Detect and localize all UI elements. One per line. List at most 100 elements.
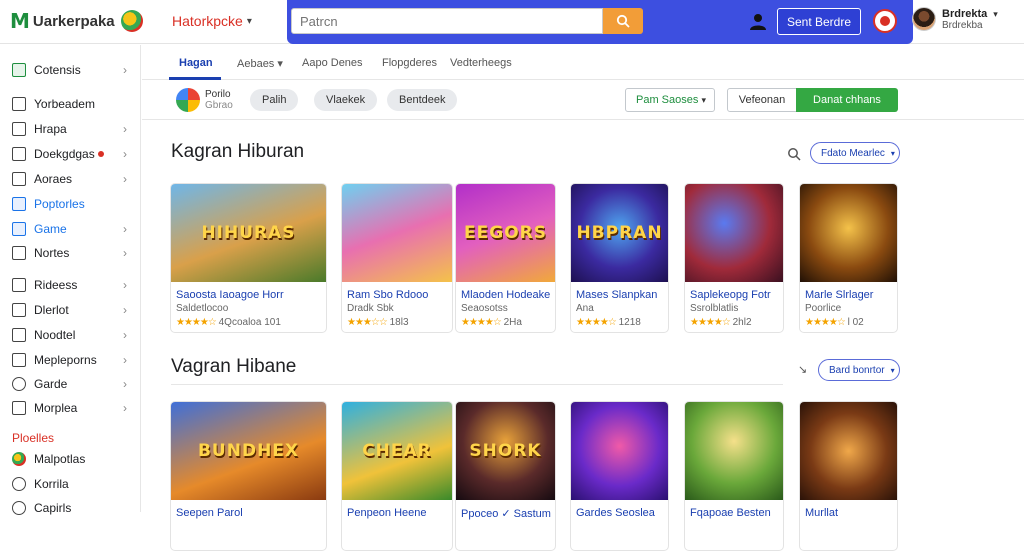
sidebar-item-noodtel[interactable]: Noodtel › xyxy=(0,324,141,346)
sidebar-item-poptorles[interactable]: Poptorles xyxy=(0,193,141,215)
avatar xyxy=(912,7,936,31)
app-artwork: HIHURAS xyxy=(171,184,326,282)
section-title: Kagran Hiburan xyxy=(171,141,305,162)
filter-chip[interactable]: Palih xyxy=(250,89,299,111)
app-card[interactable]: Saplekeopg Fotr Ssrolblatlis ★★★★☆ 2hl2 xyxy=(684,183,784,333)
app-card[interactable]: CHEAR Penpeon Heene xyxy=(341,401,453,551)
chevron-down-icon: ▾ xyxy=(993,8,998,19)
chevron-right-icon: › xyxy=(123,303,127,317)
pencil-icon xyxy=(12,377,26,391)
chevron-right-icon: › xyxy=(123,122,127,136)
image-icon xyxy=(12,122,26,136)
app-developer: Ssrolblatlis xyxy=(690,303,739,314)
app-developer: Ana xyxy=(576,303,594,314)
app-title: Penpeon Heene xyxy=(347,507,427,519)
popular-icon xyxy=(12,197,26,211)
sidebar-item-nortes[interactable]: Nortes › xyxy=(0,242,141,264)
sidebar-item-rideess[interactable]: Rideess › xyxy=(0,274,141,296)
store-selector-label: Hatorkpcke xyxy=(172,13,243,29)
chevron-right-icon: › xyxy=(123,246,127,260)
calendar-icon xyxy=(12,172,26,186)
sidebar-item-aoraes[interactable]: Aoraes › xyxy=(0,168,141,190)
store-selector[interactable]: Hatorkpcke ▾ xyxy=(172,13,252,29)
chevron-down-icon: ▾ xyxy=(701,94,706,105)
tab-flopgderes[interactable]: Flopgderes xyxy=(382,57,437,69)
app-title: Fqapoae Besten xyxy=(690,507,771,519)
section-filter-dropdown[interactable]: Bard bonrtor ▾ xyxy=(818,359,900,381)
top-bar: M Uarkerpaka Hatorkpcke ▾ Sent Berdre Br… xyxy=(0,0,1024,44)
chevron-right-icon: › xyxy=(123,278,127,292)
app-rating: ★★★★☆ l 02 xyxy=(805,317,864,328)
app-card[interactable]: HBPRAN Mases Slanpkan Ana ★★★★☆ 1218 xyxy=(570,183,669,333)
chevron-right-icon: › xyxy=(123,353,127,367)
sort-dropdown[interactable]: Pam Saoses ▾ xyxy=(625,88,715,112)
sidebar-item-doekgdgas[interactable]: Doekgdgas › xyxy=(0,143,141,165)
search-icon[interactable] xyxy=(787,147,801,161)
sidebar-item-garde[interactable]: Garde › xyxy=(0,373,141,395)
app-card[interactable]: Murllat xyxy=(799,401,898,551)
logo-badge-icon xyxy=(120,10,143,32)
account-subtitle: Brdrekba xyxy=(942,19,983,31)
app-artwork: BUNDHEX xyxy=(171,402,326,500)
section-divider xyxy=(171,384,783,385)
tab-aapo-denes[interactable]: Aapo Denes xyxy=(302,57,363,69)
grid-icon xyxy=(12,278,26,292)
sidebar-item-malpotlas[interactable]: Malpotlas xyxy=(0,448,141,470)
app-title: Marle Slrlager xyxy=(805,289,874,301)
app-title: Mlaoden Hodeake xyxy=(461,289,551,301)
region-flag-icon[interactable] xyxy=(873,9,897,33)
sidebar-item-hrapa[interactable]: Hrapa › xyxy=(0,118,141,140)
sidebar-item-capirls[interactable]: Capirls xyxy=(0,497,141,519)
search-input[interactable] xyxy=(291,8,603,34)
app-card[interactable]: Fqapoae Besten xyxy=(684,401,784,551)
site-logo[interactable]: M Uarkerpaka xyxy=(10,9,143,33)
app-title: Ram Sbo Rdooo xyxy=(347,289,429,301)
app-card[interactable]: EEGORS Mlaoden Hodeake Seaosotss ★★★★☆ 2… xyxy=(455,183,556,333)
app-developer: Seaosotss xyxy=(461,303,508,314)
account-menu[interactable]: Brdrekta Brdrekba ▾ xyxy=(912,7,998,31)
bookmark-icon xyxy=(12,328,26,342)
search-button[interactable] xyxy=(603,8,643,34)
category-tabs: Hagan Aebaes ▾ Aapo Denes Flopgderes Ved… xyxy=(142,45,1024,80)
app-card[interactable]: Ram Sbo Rdooo Dradk Sbk ★★★☆☆ 18l3 xyxy=(341,183,453,333)
app-card[interactable]: HIHURAS Saoosta Iaoagoe Horr Saldetlocoo… xyxy=(170,183,327,333)
app-card[interactable]: SHORK Ppoceo ✓ Sastum xyxy=(455,401,556,551)
sign-in-button[interactable]: Sent Berdre xyxy=(777,8,861,35)
tab-hagan[interactable]: Hagan xyxy=(179,57,213,69)
clock-icon xyxy=(12,501,26,515)
app-artwork xyxy=(342,184,452,282)
sidebar-item-dlerlot[interactable]: Dlerlot › xyxy=(0,299,141,321)
app-developer: Poorlice xyxy=(805,303,842,314)
notification-dot xyxy=(97,151,104,157)
tab-aebaes[interactable]: Aebaes ▾ xyxy=(237,57,283,70)
app-title: Murllat xyxy=(805,507,839,519)
filter-bar: Porilo Gbrao Palih Vlaekek Bentdeek Pam … xyxy=(142,80,1024,120)
tab-vedterheegs[interactable]: Vedterheegs xyxy=(450,57,512,69)
file-icon xyxy=(12,303,26,317)
map-icon xyxy=(12,353,26,367)
sidebar-item-korrila[interactable]: Korrila xyxy=(0,473,141,495)
app-artwork: SHORK xyxy=(456,402,555,500)
app-rating: ★★★★☆ 2hl2 xyxy=(690,317,752,328)
chevron-right-icon: › xyxy=(123,377,127,391)
sidebar-item-mepleporns[interactable]: Mepleporns › xyxy=(0,349,141,371)
primary-action-button[interactable]: Danat chhans xyxy=(796,88,898,112)
sidebar-item-cotensis[interactable]: Cotensis › xyxy=(0,59,141,81)
app-card[interactable]: Gardes Seoslea xyxy=(570,401,669,551)
notes-icon xyxy=(12,246,26,260)
collapse-icon[interactable]: ↘ xyxy=(798,363,807,376)
sidebar-item-game[interactable]: Game › xyxy=(0,218,141,240)
filter-chip[interactable]: Vlaekek xyxy=(314,89,378,111)
app-card[interactable]: Marle Slrlager Poorlice ★★★★☆ l 02 xyxy=(799,183,898,333)
sidebar-section-heading: Ploelles xyxy=(12,431,55,445)
sidebar-item-yorbeadem[interactable]: Yorbeadem xyxy=(0,93,141,115)
app-icon xyxy=(12,452,26,466)
sidebar-item-morplea[interactable]: Morplea › xyxy=(0,397,141,419)
app-artwork xyxy=(800,402,897,500)
section-filter-dropdown[interactable]: Fdato Mearlec ▾ xyxy=(810,142,900,164)
app-card[interactable]: BUNDHEX Seepen Parol xyxy=(170,401,327,551)
user-icon[interactable] xyxy=(748,11,768,31)
sidebar: Cotensis › Yorbeadem Hrapa › Doekgdgas › Ao… xyxy=(0,45,141,515)
filter-chip[interactable]: Bentdeek xyxy=(387,89,458,111)
view-button[interactable]: Vefeonan xyxy=(727,88,797,112)
